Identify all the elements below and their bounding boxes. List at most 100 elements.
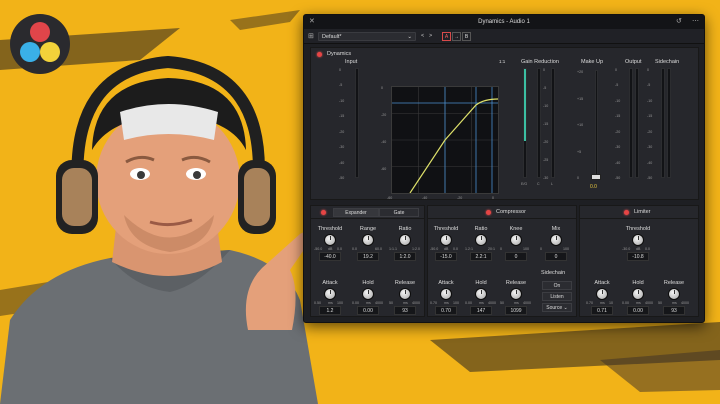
- limiter-title: Limiter: [634, 209, 651, 215]
- expander-hold-value[interactable]: 0.00: [357, 306, 379, 315]
- limiter-hold-unit: ms: [636, 301, 641, 305]
- expander-section: Expander Gate Threshold -50.0 dB 0.0 -40.0 Ra…: [310, 205, 425, 317]
- scale-tick: -15: [615, 114, 621, 119]
- graph-x-tick: -60: [387, 196, 393, 200]
- makeup-slider-handle[interactable]: [591, 174, 601, 180]
- compressor-section: Compressor Threshold -50.0 dB 0.0 -15.0 Ratio…: [427, 205, 577, 317]
- compressor-hold-unit: ms: [479, 301, 484, 305]
- compressor-release-unit: ms: [514, 301, 519, 305]
- compressor-attack-value[interactable]: 0.70: [435, 306, 457, 315]
- gate-tab[interactable]: Gate: [379, 208, 419, 217]
- sidechain-source-dropdown[interactable]: Source ⌄: [542, 303, 572, 312]
- expander-attack-unit: ms: [328, 301, 333, 305]
- scale-tick: -15: [647, 114, 653, 119]
- expander-release-value[interactable]: 93: [394, 306, 416, 315]
- sidechain-listen-button[interactable]: Listen: [542, 292, 572, 301]
- sidechain-on-button[interactable]: On: [542, 281, 572, 290]
- limiter-attack-value[interactable]: 0.71: [591, 306, 613, 315]
- expander-ratio-value[interactable]: 1:2.0: [394, 252, 416, 261]
- preset-dropdown[interactable]: Default* ⌄: [318, 32, 416, 41]
- scale-tick: -30: [647, 145, 653, 150]
- expander-release-unit: ms: [403, 301, 408, 305]
- graph-x-tick: -40: [422, 196, 428, 200]
- makeup-slider-track[interactable]: [595, 70, 598, 178]
- limiter-hold-knob[interactable]: [632, 288, 644, 300]
- scale-tick: 0: [543, 68, 545, 72]
- dynamics-window: ✕ Dynamics - Audio 1 ↺ ⋯ ⊞ Default* ⌄ < >…: [303, 14, 705, 323]
- compressor-threshold-unit: dB: [444, 247, 449, 251]
- limiter-threshold-max: 0.0: [645, 247, 650, 251]
- limiter-hold-label: Hold: [632, 280, 644, 286]
- expander-release-min: 50: [389, 301, 393, 305]
- limiter-hold-value[interactable]: 0.00: [627, 306, 649, 315]
- scale-tick: 0: [577, 176, 579, 180]
- graph-x-tick: -20: [457, 196, 463, 200]
- expander-tab[interactable]: Expander: [333, 208, 379, 217]
- dynamics-power-button[interactable]: [317, 52, 322, 57]
- expander-range-value[interactable]: 19.2: [357, 252, 379, 261]
- transfer-curve-graph[interactable]: [391, 86, 499, 194]
- scale-tick: -15: [339, 114, 345, 119]
- expander-ratio-min: 1:1.1: [389, 247, 397, 251]
- sidechain-meter-l: [661, 68, 665, 178]
- scale-tick: -25: [543, 158, 549, 162]
- compressor-knee-value[interactable]: 0: [505, 252, 527, 261]
- scale-tick: -30: [615, 145, 621, 150]
- expander-threshold-min: -50.0: [314, 247, 323, 251]
- compressor-mix-label: Mix: [551, 226, 561, 232]
- limiter-threshold-value[interactable]: -10.8: [627, 252, 649, 261]
- expander-attack-knob[interactable]: [324, 288, 336, 300]
- expander-release-knob[interactable]: [399, 288, 411, 300]
- limiter-attack-knob[interactable]: [596, 288, 608, 300]
- limiter-attack-label: Attack: [594, 280, 610, 286]
- sidechain-meter-r: [667, 68, 671, 178]
- b-button[interactable]: B: [462, 32, 471, 41]
- expander-threshold-knob[interactable]: [324, 234, 336, 246]
- compressor-hold-knob[interactable]: [475, 288, 487, 300]
- prev-preset-button[interactable]: <: [421, 29, 424, 44]
- expander-attack-value[interactable]: 1.2: [319, 306, 341, 315]
- compressor-release-min: 50: [500, 301, 504, 305]
- compressor-release-knob[interactable]: [510, 288, 522, 300]
- scale-tick: -10: [615, 98, 621, 103]
- gain-reduction-meter-l: [551, 68, 555, 178]
- expander-attack-max: 100: [337, 301, 343, 305]
- compressor-threshold-knob[interactable]: [440, 234, 452, 246]
- compressor-threshold-value[interactable]: -15.0: [435, 252, 457, 261]
- compressor-mix-knob[interactable]: [550, 234, 562, 246]
- compressor-ratio-value[interactable]: 2.2:1: [470, 252, 492, 261]
- compressor-attack-knob[interactable]: [440, 288, 452, 300]
- compressor-release-value[interactable]: 1099: [505, 306, 527, 315]
- copy-a-to-b-button[interactable]: →: [452, 32, 461, 41]
- reset-icon[interactable]: ↺: [676, 15, 682, 29]
- a-button[interactable]: A: [442, 32, 451, 41]
- expander-range-knob[interactable]: [362, 234, 374, 246]
- compressor-power-button[interactable]: [486, 210, 491, 215]
- limiter-threshold-knob[interactable]: [632, 234, 644, 246]
- expander-power-button[interactable]: [321, 210, 326, 215]
- next-preset-button[interactable]: >: [429, 29, 432, 44]
- limiter-power-button[interactable]: [624, 210, 629, 215]
- compressor-mix-value[interactable]: 0: [545, 252, 567, 261]
- add-preset-icon[interactable]: ⊞: [308, 29, 314, 44]
- expander-threshold-label: Threshold: [317, 226, 343, 232]
- compressor-ratio-knob[interactable]: [475, 234, 487, 246]
- makeup-label: Make Up: [581, 59, 604, 65]
- expander-threshold-value[interactable]: -40.0: [319, 252, 341, 261]
- compressor-knee-knob[interactable]: [510, 234, 522, 246]
- scale-tick: 0: [647, 68, 649, 72]
- scale-tick: -5: [543, 86, 547, 90]
- expander-hold-knob[interactable]: [362, 288, 374, 300]
- compressor-hold-value[interactable]: 147: [470, 306, 492, 315]
- dynamics-title: Dynamics: [327, 51, 352, 57]
- expander-header: Expander Gate: [311, 206, 424, 219]
- menu-icon[interactable]: ⋯: [692, 15, 699, 29]
- limiter-release-value[interactable]: 93: [663, 306, 685, 315]
- scale-tick: -20: [543, 140, 549, 144]
- compressor-knee-min: 0: [500, 247, 502, 251]
- title-bar: ✕ Dynamics - Audio 1 ↺ ⋯: [304, 15, 704, 29]
- compressor-mix-min: 0: [540, 247, 542, 251]
- expander-ratio-knob[interactable]: [399, 234, 411, 246]
- limiter-release-knob[interactable]: [668, 288, 680, 300]
- scale-tick: -20: [339, 129, 345, 134]
